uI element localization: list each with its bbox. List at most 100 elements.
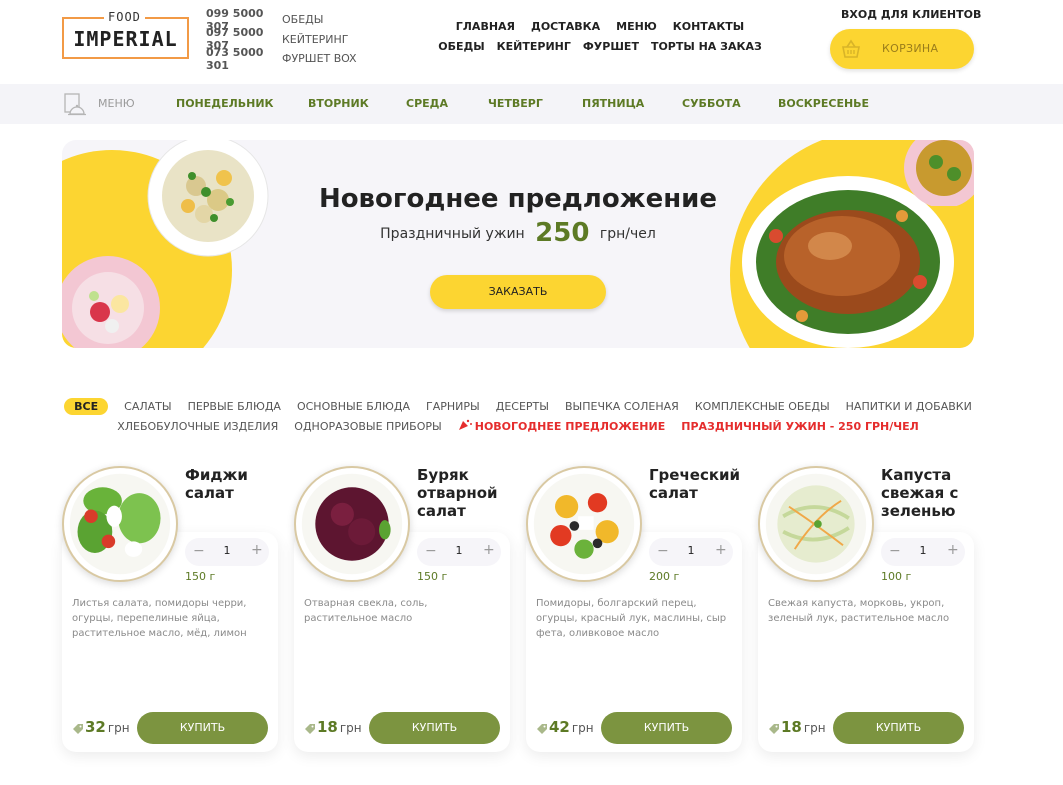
buy-button[interactable]: КУПИТЬ	[137, 712, 268, 744]
day-friday[interactable]: ПЯТНИЦА	[582, 97, 644, 110]
category-bakery[interactable]: ХЛЕБОБУЛОЧНЫЕ ИЗДЕЛИЯ	[117, 420, 278, 433]
product-description: Листья салата, помидоры черри, огурцы, п…	[72, 598, 247, 639]
price-tag-icon	[73, 724, 83, 734]
product-card: Греческий салат − 1 + 200 г Помидоры, бо…	[526, 466, 742, 752]
qty-value[interactable]: 1	[917, 544, 929, 557]
category-salads[interactable]: САЛАТЫ	[124, 400, 171, 413]
banner-subtitle: Праздничный ужин 250 грн/чел	[62, 218, 974, 248]
order-button[interactable]: ЗАКАЗАТЬ	[430, 275, 606, 309]
promo-banner[interactable]: Новогоднее предложение Праздничный ужин …	[62, 140, 974, 348]
category-new-year-offer[interactable]: НОВОГОДНЕЕ ПРЕДЛОЖЕНИЕ	[458, 419, 665, 433]
nav-link-buffet[interactable]: ФУРШЕТ	[583, 40, 639, 53]
category-disposables[interactable]: ОДНОРАЗОВЫЕ ПРИБОРЫ	[294, 420, 441, 433]
buy-button[interactable]: КУПИТЬ	[601, 712, 732, 744]
qty-value[interactable]: 1	[221, 544, 233, 557]
day-nav: МЕНЮ ПОНЕДЕЛЬНИК ВТОРНИК СРЕДА ЧЕТВЕРГ П…	[0, 84, 1063, 124]
nav-link-home[interactable]: ГЛАВНАЯ	[456, 20, 515, 33]
cart-label: КОРЗИНА	[882, 42, 939, 55]
nav-link-delivery[interactable]: ДОСТАВКА	[531, 20, 600, 33]
product-image[interactable]	[526, 466, 642, 582]
phone-label: ОБЕДЫ	[282, 13, 324, 27]
price-value: 18	[317, 718, 338, 736]
phone-label: КЕЙТЕРИНГ	[282, 32, 349, 46]
day-tuesday[interactable]: ВТОРНИК	[308, 97, 369, 110]
nav-link-lunches[interactable]: ОБЕДЫ	[438, 40, 484, 53]
product-card: Капуста свежая с зеленью − 1 + 100 г Све…	[758, 466, 974, 752]
product-name[interactable]: Капуста свежая с зеленью	[881, 466, 973, 520]
product-image[interactable]	[294, 466, 410, 582]
client-login-link[interactable]: ВХОД ДЛЯ КЛИЕНТОВ	[841, 8, 981, 21]
banner-price: 250	[535, 218, 590, 248]
day-sunday[interactable]: ВОСКРЕСЕНЬЕ	[778, 97, 869, 110]
price-currency: грн	[339, 721, 362, 735]
qty-value[interactable]: 1	[453, 544, 465, 557]
nav-link-contacts[interactable]: КОНТАКТЫ	[673, 20, 744, 33]
product-card: Фиджи салат − 1 + 150 г Листья салата, п…	[62, 466, 278, 752]
menu-cloche-icon	[64, 93, 86, 116]
site-header: FOOD IMPERIAL 099 5000 307 ОБЕДЫ 097 500…	[0, 0, 1063, 84]
qty-value[interactable]: 1	[685, 544, 697, 557]
product-weight: 100 г	[881, 570, 912, 583]
price-value: 42	[549, 718, 570, 736]
site-logo[interactable]: FOOD IMPERIAL	[62, 10, 189, 59]
product-price: 42 грн	[549, 718, 594, 736]
qty-plus-button[interactable]: +	[251, 542, 263, 558]
product-name[interactable]: Буряк отварной салат	[417, 466, 509, 520]
category-drinks[interactable]: НАПИТКИ И ДОБАВКИ	[846, 400, 972, 413]
qty-plus-button[interactable]: +	[483, 542, 495, 558]
day-wednesday[interactable]: СРЕДА	[406, 97, 448, 110]
quantity-stepper: − 1 +	[185, 538, 269, 566]
banner-price-unit: грн/чел	[599, 226, 656, 242]
qty-minus-button[interactable]: −	[425, 543, 437, 559]
price-currency: грн	[803, 721, 826, 735]
phone-number[interactable]: 073 5000 301	[206, 46, 282, 72]
category-side-dishes[interactable]: ГАРНИРЫ	[426, 400, 480, 413]
main-nav: ГЛАВНАЯ ДОСТАВКА МЕНЮ КОНТАКТЫ ОБЕДЫ КЕЙ…	[438, 16, 762, 56]
product-description: Отварная свекла, соль, растительное масл…	[304, 598, 428, 624]
cart-button[interactable]: КОРЗИНА	[830, 29, 974, 69]
price-currency: грн	[571, 721, 594, 735]
menu-label[interactable]: МЕНЮ	[98, 97, 135, 110]
category-desserts[interactable]: ДЕСЕРТЫ	[496, 400, 549, 413]
product-price: 18 грн	[317, 718, 362, 736]
product-image[interactable]	[62, 466, 178, 582]
category-set-lunches[interactable]: КОМПЛЕКСНЫЕ ОБЕДЫ	[695, 400, 830, 413]
buy-button[interactable]: КУПИТЬ	[369, 712, 500, 744]
phone-row: 073 5000 301 ФУРШЕТ BOX	[206, 46, 357, 72]
day-saturday[interactable]: СУББОТА	[682, 97, 741, 110]
nav-link-cakes[interactable]: ТОРТЫ НА ЗАКАЗ	[651, 40, 762, 53]
product-name[interactable]: Греческий салат	[649, 466, 741, 502]
product-description: Свежая капуста, морковь, укроп, зеленый …	[768, 598, 950, 624]
product-price: 18 грн	[781, 718, 826, 736]
party-popper-icon	[458, 419, 472, 430]
qty-minus-button[interactable]: −	[193, 543, 205, 559]
day-thursday[interactable]: ЧЕТВЕРГ	[488, 97, 543, 110]
price-currency: грн	[107, 721, 130, 735]
product-weight: 150 г	[417, 570, 448, 583]
banner-title: Новогоднее предложение	[318, 184, 718, 214]
nav-link-menu[interactable]: МЕНЮ	[616, 20, 657, 33]
product-description: Помидоры, болгарский перец, огурцы, крас…	[536, 598, 727, 639]
banner-sub-text: Праздничный ужин	[380, 226, 525, 242]
qty-minus-button[interactable]: −	[657, 543, 669, 559]
category-first-courses[interactable]: ПЕРВЫЕ БЛЮДА	[188, 400, 281, 413]
category-all[interactable]: ВСЕ	[64, 397, 109, 415]
category-savory-pastry[interactable]: ВЫПЕЧКА СОЛЕНАЯ	[565, 400, 679, 413]
price-value: 32	[85, 718, 106, 736]
product-image[interactable]	[758, 466, 874, 582]
day-monday[interactable]: ПОНЕДЕЛЬНИК	[176, 97, 274, 110]
category-row: ХЛЕБОБУЛОЧНЫЕ ИЗДЕЛИЯ ОДНОРАЗОВЫЕ ПРИБОР…	[62, 416, 974, 436]
category-main-courses[interactable]: ОСНОВНЫЕ БЛЮДА	[297, 400, 410, 413]
category-holiday-dinner[interactable]: ПРАЗДНИЧНЫЙ УЖИН - 250 ГРН/ЧЕЛ	[681, 420, 919, 433]
buy-button[interactable]: КУПИТЬ	[833, 712, 964, 744]
product-name[interactable]: Фиджи салат	[185, 466, 277, 502]
main-nav-row: ОБЕДЫ КЕЙТЕРИНГ ФУРШЕТ ТОРТЫ НА ЗАКАЗ	[438, 36, 762, 56]
qty-plus-button[interactable]: +	[715, 542, 727, 558]
qty-minus-button[interactable]: −	[889, 543, 901, 559]
main-nav-row: ГЛАВНАЯ ДОСТАВКА МЕНЮ КОНТАКТЫ	[440, 16, 760, 36]
category-row: ВСЕ САЛАТЫ ПЕРВЫЕ БЛЮДА ОСНОВНЫЕ БЛЮДА Г…	[62, 396, 974, 416]
nav-link-catering[interactable]: КЕЙТЕРИНГ	[497, 40, 571, 53]
phone-list: 099 5000 307 ОБЕДЫ 097 5000 307 КЕЙТЕРИН…	[206, 7, 357, 72]
product-price: 32 грн	[85, 718, 130, 736]
qty-plus-button[interactable]: +	[947, 542, 959, 558]
